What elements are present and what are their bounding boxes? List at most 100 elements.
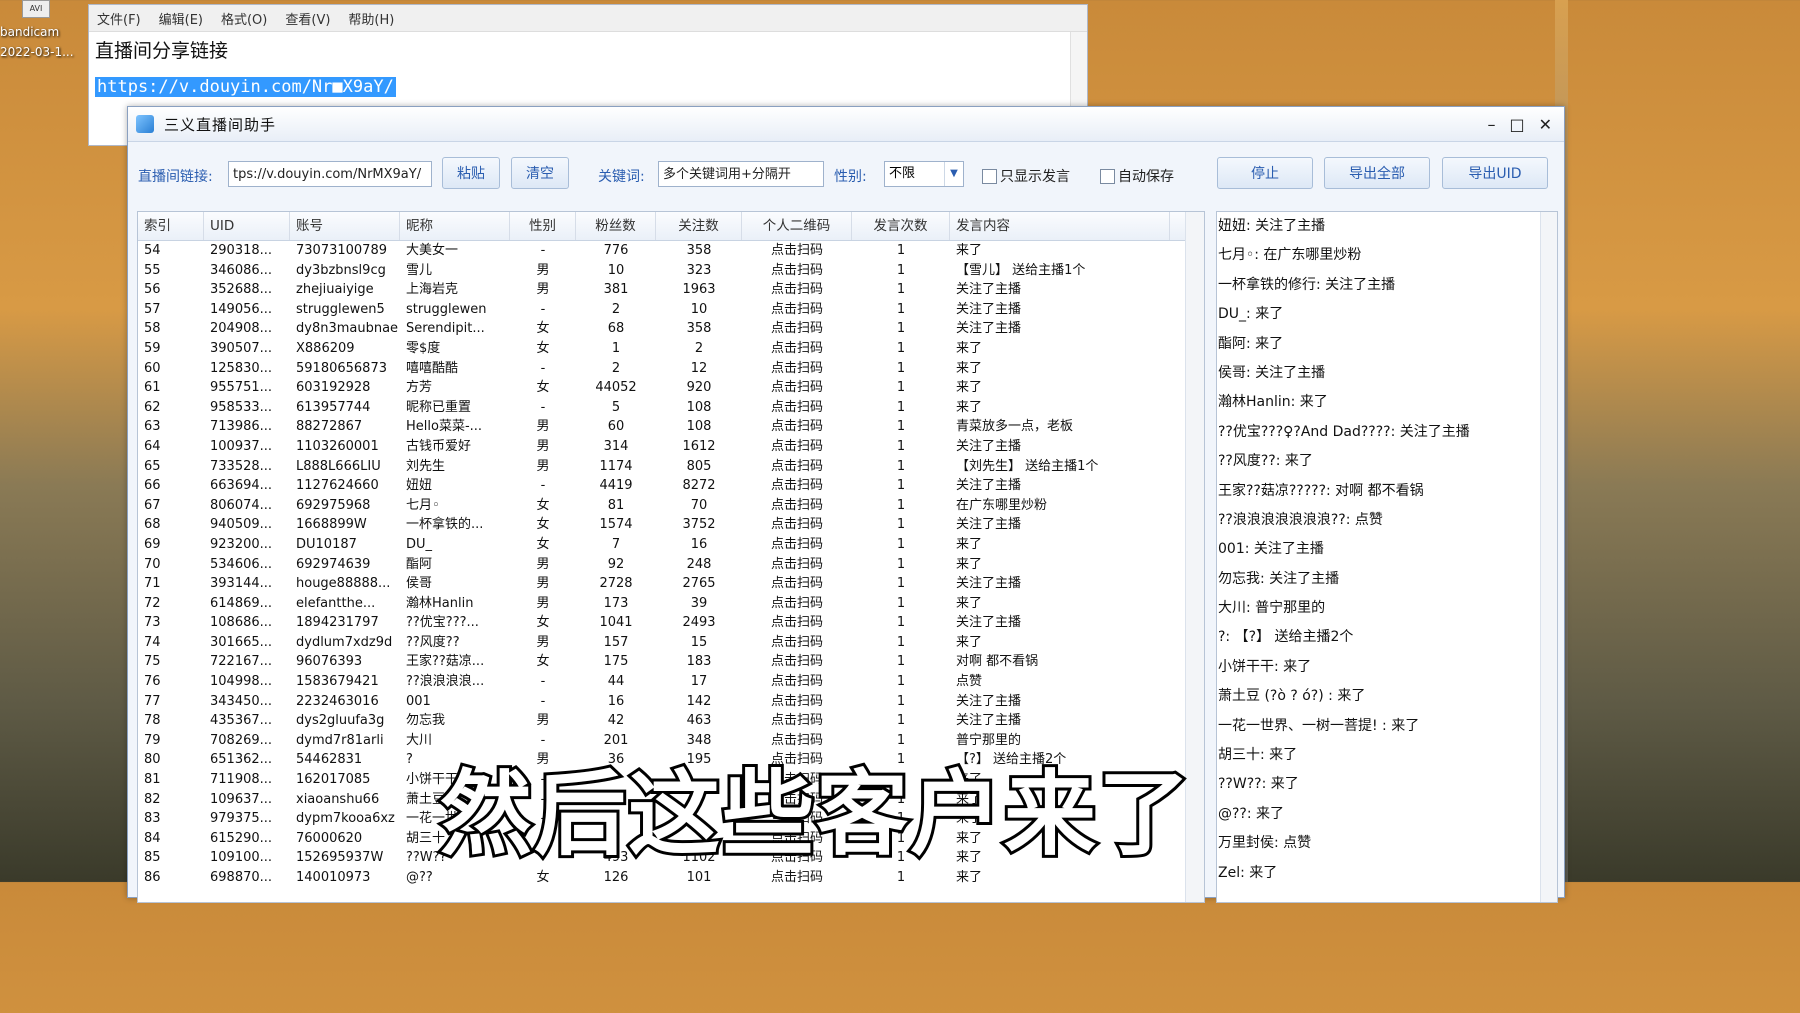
table-row[interactable]: 69 923200... DU10187 DU_ 女 7 16 点击扫码 1 来了 [138,535,1204,555]
clear-button[interactable]: 清空 [511,157,569,189]
table-row[interactable]: 67 806074... 692975968 七月◦ 女 81 70 点击扫码 1 在广东哪里炒粉 [138,496,1204,516]
checkbox-box[interactable] [982,168,997,184]
column-header[interactable]: 发言次数 [852,212,950,240]
menu-edit[interactable]: 编辑(E) [159,9,203,28]
maximize-button[interactable]: □ [1509,115,1524,134]
table-cell: 81 [144,772,161,788]
stop-button[interactable]: 停止 [1217,157,1313,189]
table-cell: 248 [686,556,712,572]
qr-scan-link[interactable]: 点击扫码 [742,280,852,300]
qr-scan-link[interactable]: 点击扫码 [742,339,852,359]
table-cell: 关注了主播 [956,301,1022,317]
app-logo-icon [136,115,154,133]
table-cell: 108686... [210,615,273,631]
qr-scan-link[interactable]: 点击扫码 [742,613,852,633]
qr-scan-link[interactable]: 点击扫码 [742,241,852,261]
qr-scan-link[interactable]: 点击扫码 [742,378,852,398]
qr-scan-link[interactable]: 点击扫码 [742,261,852,281]
minimize-button[interactable]: – [1487,115,1495,134]
table-row[interactable]: 77 343450... 2232463016 001 - 16 142 点击扫码 1 关注了主播 [138,692,1204,712]
window-titlebar[interactable]: 三义直播间助手 – □ ✕ [128,107,1564,142]
table-row[interactable]: 64 100937... 1103260001 古钱币爱好 男 314 1612 点击扫码 1 关… [138,437,1204,457]
table-row[interactable]: 73 108686... 1894231797 ??优宝???... 女 1041 2493… [138,613,1204,633]
message-scrollbar[interactable] [1540,212,1557,902]
export-all-button[interactable]: 导出全部 [1324,157,1430,189]
table-cell: 1 [896,693,906,709]
table-row[interactable]: 76 104998... 1583679421 ??浪浪浪浪... - 44 17 点击扫码 1… [138,672,1204,692]
table-row[interactable]: 54 290318... 73073100789 大美女一 - 776 358 点击扫码 1 来了 [138,241,1204,261]
table-row[interactable]: 62 958533... 613957744 昵称已重置 - 5 108 点击扫码 1 来了 [138,398,1204,418]
only-speech-checkbox[interactable]: 只显示发言 [982,166,1070,186]
table-row[interactable]: 60 125830... 59180656873 嘻嘻酷酷 - 2 12 点击扫码 1 来了 [138,359,1204,379]
table-cell: 59 [144,340,161,356]
table-cell: 001 [406,693,431,709]
menu-view[interactable]: 查看(V) [285,9,330,28]
close-button[interactable]: ✕ [1539,115,1552,134]
table-row[interactable]: 59 390507... X886209 零$度 女 1 2 点击扫码 1 来了 [138,339,1204,359]
table-row[interactable]: 66 663694... 1127624660 妞妞 - 4419 8272 点击扫码 1 关注了… [138,476,1204,496]
column-header[interactable]: 发言内容 [950,212,1170,240]
qr-scan-link[interactable]: 点击扫码 [742,535,852,555]
column-header[interactable]: 关注数 [656,212,742,240]
column-header[interactable]: 个人二维码 [742,212,852,240]
table-cell: 七月◦ [406,497,440,513]
desktop-file-icon[interactable]: AVI bandicam 2022-03-1... [0,0,80,70]
column-header[interactable]: UID [204,212,290,240]
column-header[interactable]: 粉丝数 [576,212,656,240]
column-header[interactable]: 索引 [138,212,204,240]
menu-format[interactable]: 格式(O) [221,9,267,28]
qr-scan-link[interactable]: 点击扫码 [742,574,852,594]
qr-scan-link[interactable]: 点击扫码 [742,555,852,575]
qr-scan-link[interactable]: 点击扫码 [742,476,852,496]
qr-scan-link[interactable]: 点击扫码 [742,515,852,535]
table-row[interactable]: 68 940509... 1668899W 一杯拿铁的... 女 1574 3752 点击扫码… [138,515,1204,535]
qr-scan-link[interactable]: 点击扫码 [742,652,852,672]
table-row[interactable]: 57 149056... strugglewen5 strugglewen - 2 10 点击… [138,300,1204,320]
table-cell: 64 [144,438,161,454]
table-cell: strugglewen [406,301,487,317]
table-row[interactable]: 75 722167... 96076393 王家??菇凉... 女 175 183 点击扫码 1… [138,652,1204,672]
table-row[interactable]: 61 955751... 603192928 方芳 女 44052 920 点击扫码 1 来了 [138,378,1204,398]
table-row[interactable]: 72 614869... elefantthe... 瀚林Hanlin 男 173 39 点击… [138,594,1204,614]
qr-scan-link[interactable]: 点击扫码 [742,359,852,379]
table-row[interactable]: 58 204908... dy8n3maubnae Serendipit... 女 68 3… [138,319,1204,339]
column-header[interactable]: 账号 [290,212,400,240]
auto-save-checkbox[interactable]: 自动保存 [1100,166,1174,186]
gender-select[interactable]: 不限 ▼ [884,161,964,187]
qr-scan-link[interactable]: 点击扫码 [742,398,852,418]
column-header[interactable]: 昵称 [400,212,510,240]
table-row[interactable]: 78 435367... dys2gluufa3g 勿忘我 男 42 463 点击扫码 1 关注了… [138,711,1204,731]
menu-file[interactable]: 文件(F) [97,9,141,28]
qr-scan-link[interactable]: 点击扫码 [742,496,852,516]
qr-scan-link[interactable]: 点击扫码 [742,300,852,320]
qr-scan-link[interactable]: 点击扫码 [742,692,852,712]
selected-link-text[interactable]: https://v.douyin.com/Nr■X9aY/ [95,77,396,97]
table-row[interactable]: 55 346086... dy3bzbnsl9cg 雪儿 男 10 323 点击扫码 1 【雪儿】… [138,261,1204,281]
qr-scan-link[interactable]: 点击扫码 [742,594,852,614]
qr-scan-link[interactable]: 点击扫码 [742,633,852,653]
table-row[interactable]: 56 352688... zhejiuaiyige 上海岩克 男 381 1963 点击扫码 1… [138,280,1204,300]
qr-scan-link[interactable]: 点击扫码 [742,672,852,692]
table-row[interactable]: 63 713986... 88272867 Hello菜菜-... 男 60 108 点击扫码… [138,417,1204,437]
table-cell: 88272867 [296,419,363,435]
table-row[interactable]: 65 733528... L888L666LIU 刘先生 男 1174 805 点击扫码 1 【刘… [138,457,1204,477]
keyword-input[interactable]: 多个关键词用+分隔开 [658,161,824,187]
menu-help[interactable]: 帮助(H) [348,9,394,28]
qr-scan-link[interactable]: 点击扫码 [742,417,852,437]
live-link-input[interactable]: tps://v.douyin.com/NrMX9aY/ [228,161,432,187]
column-header[interactable]: 性别 [510,212,576,240]
export-uid-button[interactable]: 导出UID [1442,157,1548,189]
paste-button[interactable]: 粘贴 [442,157,500,189]
table-row[interactable]: 71 393144... houge88888... 侯哥 男 2728 2765 点击扫码 1… [138,574,1204,594]
qr-scan-link[interactable]: 点击扫码 [742,319,852,339]
qr-scan-link[interactable]: 点击扫码 [742,437,852,457]
table-row[interactable]: 70 534606... 692974639 酯阿 男 92 248 点击扫码 1 来了 [138,555,1204,575]
checkbox-box[interactable] [1100,168,1115,184]
qr-scan-link[interactable]: 点击扫码 [742,711,852,731]
table-row[interactable]: 74 301665... dydlum7xdz9d ??风度?? 男 157 15 点击扫码 1… [138,633,1204,653]
table-cell: 92 [607,556,625,572]
table-cell: 805 [686,458,712,474]
qr-scan-link[interactable]: 点击扫码 [742,457,852,477]
notepad-text-area[interactable]: 直播间分享链接 https://v.douyin.com/Nr■X9aY/ [89,32,1087,101]
chevron-down-icon[interactable]: ▼ [944,162,963,186]
